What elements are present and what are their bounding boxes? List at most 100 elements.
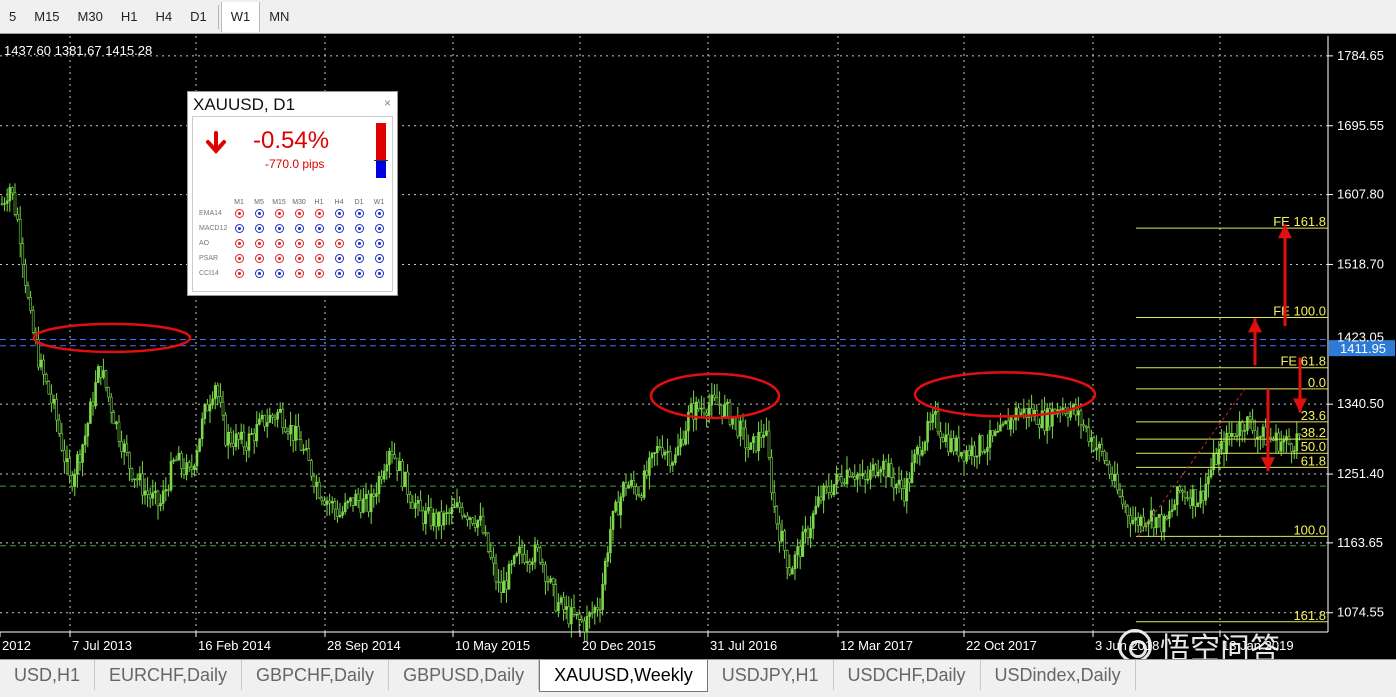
candle-body bbox=[135, 478, 139, 481]
candle-body bbox=[445, 512, 448, 514]
candle-body bbox=[393, 454, 396, 459]
candle-body bbox=[726, 401, 729, 404]
candle-body bbox=[549, 578, 552, 583]
candle-body bbox=[169, 460, 173, 491]
candle-body bbox=[954, 437, 958, 452]
candle-body bbox=[94, 382, 97, 407]
candle-body bbox=[473, 523, 477, 528]
candle-body bbox=[1292, 450, 1296, 453]
candle-body bbox=[525, 561, 529, 563]
signal-up-icon bbox=[229, 224, 249, 233]
candle-body bbox=[164, 489, 168, 492]
candle-body bbox=[754, 436, 758, 452]
candle-body bbox=[180, 453, 183, 469]
resistance-ellipse bbox=[32, 322, 192, 354]
symbol-tab[interactable]: XAUUSD,Weekly bbox=[539, 660, 708, 692]
candle-body bbox=[874, 464, 877, 476]
timeframe-button-d1[interactable]: D1 bbox=[181, 2, 216, 32]
candle-body bbox=[674, 454, 677, 463]
candle-body bbox=[122, 443, 126, 453]
candle-body bbox=[104, 370, 108, 388]
trend-arrow-head bbox=[1248, 318, 1262, 333]
timeframe-button-m15[interactable]: M15 bbox=[25, 2, 68, 32]
candle-body bbox=[1209, 469, 1213, 478]
candle-body bbox=[226, 431, 230, 446]
candle-body bbox=[291, 425, 295, 441]
timeframe-button-mn[interactable]: MN bbox=[260, 2, 298, 32]
candle-body bbox=[219, 396, 222, 403]
signal-up-icon bbox=[329, 254, 349, 263]
candle-body bbox=[1295, 433, 1299, 452]
symbol-tab[interactable]: USDJPY,H1 bbox=[708, 660, 834, 690]
candle-body bbox=[1084, 425, 1088, 428]
candle-body bbox=[668, 451, 672, 466]
candle-body bbox=[588, 612, 591, 617]
price-info-widget[interactable]: XAUUSD, D1 × -0.54% -770.0 pips M1 M5 M15 M… bbox=[187, 91, 398, 296]
candle-body bbox=[297, 426, 300, 441]
candle-body bbox=[1175, 486, 1179, 505]
close-icon[interactable]: × bbox=[384, 96, 391, 110]
timeframe-button-h1[interactable]: H1 bbox=[112, 2, 147, 32]
candle-body bbox=[369, 493, 373, 513]
candle-body bbox=[1253, 430, 1257, 440]
timeframe-button-w1[interactable]: W1 bbox=[220, 1, 261, 32]
candle-body bbox=[304, 448, 308, 450]
trading-terminal: 5 M15 M30 H1 H4 D1 W1 MN 1784.65 1695.55 1607.80 1… bbox=[0, 0, 1396, 697]
candle-body bbox=[172, 459, 175, 462]
symbol-tab[interactable]: GBPUSD,Daily bbox=[389, 660, 540, 690]
candle-body bbox=[1277, 432, 1280, 452]
timeframe-button-5[interactable]: 5 bbox=[0, 2, 25, 32]
candle-body bbox=[642, 470, 646, 498]
timeframe-button-h4[interactable]: H4 bbox=[146, 2, 181, 32]
candle-body bbox=[99, 366, 103, 378]
candle-body bbox=[1045, 408, 1049, 431]
candle-body bbox=[174, 459, 178, 462]
indicator-timeframe-label: M15 bbox=[272, 199, 286, 206]
candle-body bbox=[432, 512, 435, 527]
candle-body bbox=[455, 502, 459, 508]
candle-body bbox=[1105, 460, 1109, 465]
candle-body bbox=[845, 469, 849, 485]
candle-body bbox=[328, 500, 331, 504]
y-tick-label: 1251.40 bbox=[1337, 466, 1384, 481]
symbol-tab[interactable]: USD,H1 bbox=[0, 660, 96, 690]
candle-body bbox=[29, 296, 32, 311]
symbol-tab[interactable]: EURCHF,Daily bbox=[95, 660, 243, 690]
candle-body bbox=[1092, 437, 1096, 451]
candle-body bbox=[746, 447, 750, 450]
candle-body bbox=[1009, 416, 1013, 430]
symbol-tab[interactable]: USDCHF,Daily bbox=[834, 660, 981, 690]
candle-body bbox=[1100, 443, 1104, 452]
x-tick-label: 22 Oct 2017 bbox=[966, 638, 1037, 653]
symbol-tab[interactable]: GBPCHF,Daily bbox=[242, 660, 390, 690]
candle-body bbox=[468, 517, 472, 520]
candle-body bbox=[382, 470, 386, 480]
candle-body bbox=[1162, 515, 1166, 533]
candle-body bbox=[57, 419, 61, 434]
candle-body bbox=[705, 412, 708, 416]
candle-body bbox=[923, 441, 927, 451]
y-tick-label: 1518.70 bbox=[1337, 256, 1384, 271]
candle-body bbox=[957, 437, 961, 457]
candle-body bbox=[1235, 435, 1239, 438]
indicator-timeframe-label: M1 bbox=[234, 199, 244, 206]
symbol-tab[interactable]: USDindex,Daily bbox=[981, 660, 1136, 690]
candle-body bbox=[575, 613, 578, 616]
candle-body bbox=[237, 433, 240, 440]
candle-body bbox=[112, 411, 116, 425]
candle-body bbox=[1157, 514, 1161, 518]
candle-body bbox=[403, 471, 407, 488]
candle-body bbox=[258, 418, 261, 425]
candle-body bbox=[720, 405, 724, 417]
candle-body bbox=[577, 613, 581, 620]
candle-body bbox=[138, 473, 142, 481]
candle-body bbox=[68, 458, 71, 476]
candle-body bbox=[398, 461, 402, 471]
candle-body bbox=[133, 478, 136, 481]
candle-body bbox=[211, 398, 214, 406]
timeframe-button-m30[interactable]: M30 bbox=[69, 2, 112, 32]
candle-body bbox=[1194, 489, 1197, 507]
candle-body bbox=[286, 431, 290, 435]
candle-body bbox=[479, 515, 482, 521]
arrow-down-icon bbox=[206, 131, 226, 155]
